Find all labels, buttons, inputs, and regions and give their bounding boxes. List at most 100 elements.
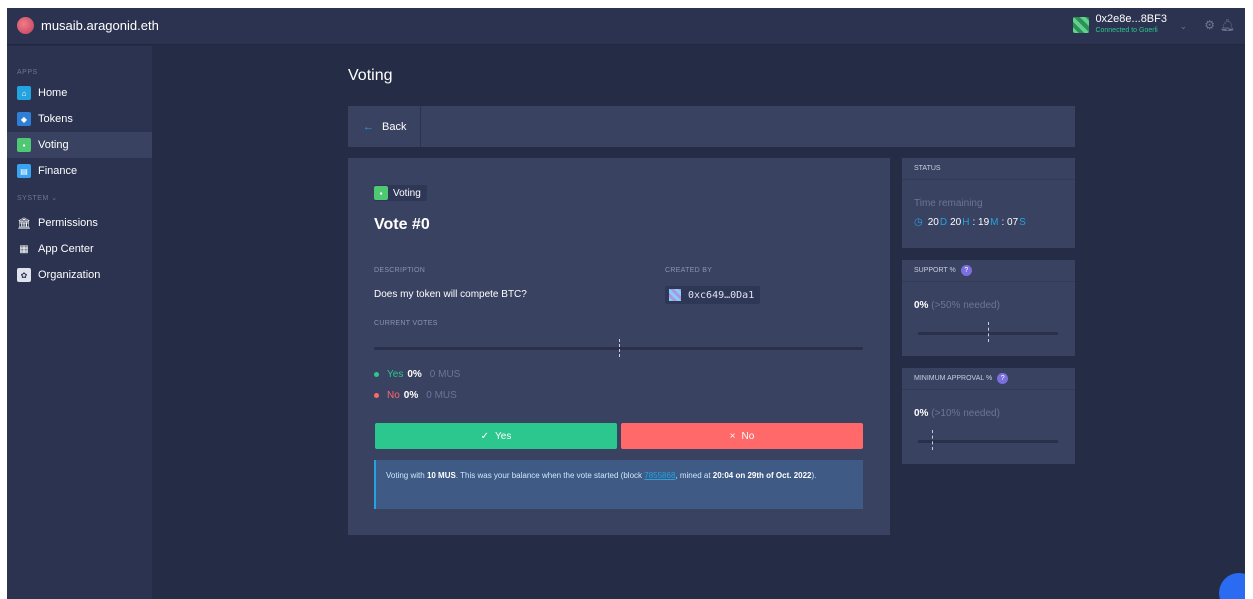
approval-panel-title: MINIMUM APPROVAL % <box>914 374 993 382</box>
no-label: No <box>387 390 400 401</box>
gear-icon[interactable]: ⚙ <box>1204 18 1215 32</box>
vote-yes-button[interactable]: ✓ Yes <box>375 423 617 449</box>
account-address: 0x2e8e...8BF3 <box>1095 13 1167 25</box>
arrow-left-icon: ← <box>363 120 374 133</box>
approval-panel-header: MINIMUM APPROVAL % ? <box>902 368 1075 390</box>
sidebar-item-label: Organization <box>38 269 101 281</box>
yes-tally: Yes 0% 0 MUS <box>374 369 460 380</box>
timer-unit: H <box>962 217 970 228</box>
countdown-timer: ◷ 20 D 20 H: 19 M: 07 S <box>914 217 1026 228</box>
info-balance: 10 MUS <box>426 471 456 480</box>
no-percent: 0% <box>403 390 419 401</box>
info-text: , mined at <box>675 471 711 480</box>
approval-panel: MINIMUM APPROVAL % ? 0% (>10% needed) <box>902 368 1075 464</box>
voting-balance-info: Voting with 10 MUS. This was your balanc… <box>374 460 863 509</box>
timer-days: 20 <box>927 217 939 228</box>
vote-title: Vote #0 <box>374 216 430 233</box>
sidebar-item-finance[interactable]: ▤ Finance <box>7 158 152 184</box>
timer-unit: D <box>939 217 948 228</box>
status-panel-title: STATUS <box>902 158 1075 180</box>
creator-badge[interactable]: 0xc649…0Da1 <box>665 286 761 304</box>
support-panel-header: SUPPORT % ? <box>902 260 1075 282</box>
system-section-toggle[interactable]: SYSTEM ⌄ <box>7 192 152 206</box>
system-section-title: SYSTEM <box>17 195 49 202</box>
sidebar-item-voting[interactable]: ▪ Voting <box>7 132 152 158</box>
description-label: DESCRIPTION <box>374 267 426 274</box>
network-status: Connected to Goerli <box>1095 27 1158 34</box>
org-switcher[interactable]: musaib.aragonid.eth <box>17 17 159 34</box>
support-needed: (>50% needed) <box>931 300 1000 311</box>
chevron-down-icon: ⌄ <box>51 195 58 202</box>
sidebar-item-label: Tokens <box>38 113 73 125</box>
vote-no-button[interactable]: × No <box>621 423 863 449</box>
yes-percent: 0% <box>407 369 422 380</box>
vote-description: Does my token will compete BTC? <box>374 289 527 300</box>
created-by-label: CREATED BY <box>665 267 713 274</box>
organization-icon: ✿ <box>17 268 31 282</box>
timer-seconds: 07 <box>1007 217 1019 228</box>
back-bar: ← Back <box>348 106 1075 147</box>
voting-icon: ▪ <box>374 186 388 200</box>
sidebar: APPS ⌂ Home ◆ Tokens ▪ Voting ▤ Finance … <box>7 46 152 599</box>
info-text: . This was your balance when the vote st… <box>455 471 643 480</box>
close-icon: × <box>729 430 736 442</box>
help-icon[interactable]: ? <box>960 265 972 276</box>
app-badge: ▪ Voting <box>374 185 427 201</box>
app-window: musaib.aragonid.eth 0x2e8e...8BF3 Connec… <box>7 8 1245 599</box>
account-avatar <box>1073 17 1090 33</box>
app-center-icon: ▦ <box>19 243 29 255</box>
timer-hours: 20 <box>950 217 962 228</box>
votes-threshold-marker <box>619 339 620 357</box>
support-percent: 0% <box>914 300 929 311</box>
approval-progress-bar <box>918 440 1058 443</box>
clock-icon: ◷ <box>914 217 923 228</box>
approval-percent: 0% <box>914 408 929 419</box>
support-panel: SUPPORT % ? 0% (>50% needed) <box>902 260 1075 356</box>
sidebar-item-organization[interactable]: ✿ Organization <box>7 262 152 288</box>
app-badge-label: Voting <box>393 187 421 199</box>
chevron-down-icon[interactable]: ⌄ <box>1179 21 1187 32</box>
timer-unit: M <box>990 217 999 228</box>
support-value: 0% (>50% needed) <box>914 300 1000 311</box>
sidebar-item-home[interactable]: ⌂ Home <box>7 80 152 106</box>
help-chat-button[interactable] <box>1219 573 1245 599</box>
top-bar: musaib.aragonid.eth 0x2e8e...8BF3 Connec… <box>7 8 1245 45</box>
back-button[interactable]: ← Back <box>348 106 421 147</box>
vote-yes-label: Yes <box>495 430 512 442</box>
page-title: Voting <box>348 67 393 84</box>
info-text: ). <box>811 471 817 480</box>
sidebar-item-label: Home <box>38 87 68 99</box>
account-button[interactable]: 0x2e8e...8BF3 Connected to Goerli <box>1073 14 1167 36</box>
help-icon[interactable]: ? <box>997 373 1009 384</box>
apps-section-title: APPS <box>17 69 38 76</box>
approval-needed: (>10% needed) <box>931 408 1000 419</box>
org-avatar <box>17 17 34 34</box>
no-dot-icon <box>374 393 379 398</box>
home-icon: ⌂ <box>17 86 31 100</box>
sidebar-item-app-center[interactable]: ▦ App Center <box>7 236 152 262</box>
check-icon: ✓ <box>480 430 490 442</box>
sidebar-item-tokens[interactable]: ◆ Tokens <box>7 106 152 132</box>
support-panel-title: SUPPORT % <box>914 266 956 274</box>
vote-no-label: No <box>741 430 755 442</box>
time-remaining-label: Time remaining <box>914 198 983 209</box>
sidebar-item-label: Permissions <box>38 217 98 229</box>
no-amount: 0 MUS <box>426 390 457 401</box>
current-votes-label: CURRENT VOTES <box>374 320 438 327</box>
org-name: musaib.aragonid.eth <box>41 18 159 33</box>
support-threshold-marker <box>988 322 989 342</box>
status-panel: STATUS Time remaining ◷ 20 D 20 H: 19 M: 07… <box>902 158 1075 248</box>
approval-threshold-marker <box>932 430 933 450</box>
sidebar-item-permissions[interactable]: 🏛︎ Permissions <box>7 210 152 236</box>
no-tally: No 0% 0 MUS <box>374 390 457 401</box>
tokens-icon: ◆ <box>17 112 31 126</box>
creator-address: 0xc649…0Da1 <box>688 289 755 301</box>
voting-icon: ▪ <box>17 138 31 152</box>
timer-minutes: 19 <box>978 217 990 228</box>
yes-label: Yes <box>387 369 404 380</box>
sidebar-item-label: App Center <box>38 243 94 255</box>
sidebar-item-label: Finance <box>38 165 78 177</box>
block-link[interactable]: 7855868 <box>644 471 675 480</box>
info-mined-time: 20:04 on 29th of Oct. 2022 <box>712 471 812 480</box>
bell-icon[interactable]: 🔔︎ <box>1220 18 1235 32</box>
